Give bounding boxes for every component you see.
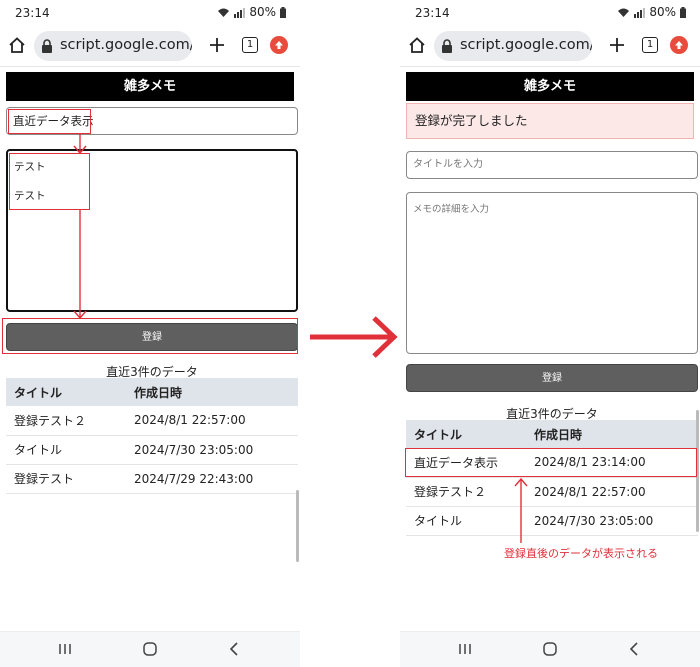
back-icon[interactable] xyxy=(228,641,242,657)
annotation-highlight-title xyxy=(8,109,91,134)
cell-title: 登録テスト２ xyxy=(406,477,526,507)
cell-created: 2024/8/1 22:57:00 xyxy=(126,406,298,436)
new-tab-icon[interactable] xyxy=(608,36,626,54)
tab-switcher-button[interactable]: 1 xyxy=(242,37,258,53)
cell-created: 2024/7/29 22:43:00 xyxy=(126,464,298,494)
tab-switcher-button[interactable]: 1 xyxy=(642,37,658,53)
table-row: 登録テスト２ 2024/8/1 22:57:00 xyxy=(406,477,698,507)
status-time: 23:14 xyxy=(15,6,50,20)
browser-menu-button[interactable] xyxy=(270,36,288,54)
table-row: タイトル 2024/7/30 23:05:00 xyxy=(6,435,298,465)
recent-apps-icon[interactable] xyxy=(458,641,472,657)
lock-icon xyxy=(442,39,452,53)
cell-title: 登録テスト xyxy=(6,464,126,494)
battery-icon xyxy=(680,6,686,18)
signal-icon xyxy=(634,7,646,18)
cell-created: 2024/8/1 22:57:00 xyxy=(526,477,698,507)
annotation-highlight-register xyxy=(2,318,298,354)
wifi-icon xyxy=(618,8,630,17)
back-icon[interactable] xyxy=(628,641,642,657)
title-input[interactable]: タイトルを入力 xyxy=(406,151,698,179)
cell-title: タイトル xyxy=(406,506,526,536)
register-button[interactable]: 登録 xyxy=(406,364,698,392)
url-bar[interactable]: script.google.com/ma xyxy=(34,31,192,61)
status-bar: 23:14 80% xyxy=(0,0,300,26)
scrollbar[interactable] xyxy=(296,490,299,562)
home-nav-icon[interactable] xyxy=(542,641,558,657)
annotation-highlight-new-row xyxy=(405,448,697,477)
recent-apps-icon[interactable] xyxy=(58,641,72,657)
column-header-created: 作成日時 xyxy=(526,420,698,448)
table-header-row: タイトル 作成日時 xyxy=(406,420,698,448)
status-time: 23:14 xyxy=(415,6,450,20)
battery-text: 80% xyxy=(249,5,276,19)
column-header-title: タイトル xyxy=(6,378,126,406)
cell-created: 2024/7/30 23:05:00 xyxy=(526,506,698,536)
url-text: script.google.com/ma xyxy=(460,37,592,53)
new-tab-icon[interactable] xyxy=(208,36,226,54)
annotation-caption: 登録直後のデータが表示される xyxy=(504,547,658,560)
android-nav-bar xyxy=(0,631,300,667)
table-header-row: タイトル 作成日時 xyxy=(6,378,298,406)
url-text: script.google.com/ma xyxy=(60,37,192,53)
annotation-highlight-memo xyxy=(9,153,90,210)
table-row: 登録テスト 2024/7/29 22:43:00 xyxy=(6,464,298,494)
table-row: 登録テスト２ 2024/8/1 22:57:00 xyxy=(6,406,298,436)
arrow-up-icon xyxy=(275,41,283,49)
app-header-title: 雑多メモ xyxy=(406,72,694,101)
cell-title: タイトル xyxy=(6,435,126,465)
battery-text: 80% xyxy=(649,5,676,19)
cell-created: 2024/7/30 23:05:00 xyxy=(126,435,298,465)
browser-toolbar: script.google.com/ma 1 xyxy=(0,28,300,64)
cell-title: 登録テスト２ xyxy=(6,406,126,436)
column-header-title: タイトル xyxy=(406,420,526,448)
memo-app: 雑多メモ 登録が完了しました タイトルを入力 メモの詳細を入力 登録 直近3件の… xyxy=(406,72,698,536)
memo-textarea[interactable]: メモの詳細を入力 xyxy=(406,192,698,354)
url-bar[interactable]: script.google.com/ma xyxy=(434,31,592,61)
home-nav-icon[interactable] xyxy=(142,641,158,657)
column-header-created: 作成日時 xyxy=(126,378,298,406)
phone-after: 23:14 80% script.google.com/ma 1 雑多メモ 登録… xyxy=(400,0,700,667)
phone-before: 23:14 80% script.google.com/ma 1 雑多メモ 直近… xyxy=(0,0,300,667)
home-icon[interactable] xyxy=(408,36,426,54)
status-bar: 23:14 80% xyxy=(400,0,700,26)
app-header-title: 雑多メモ xyxy=(6,72,294,101)
browser-toolbar: script.google.com/ma 1 xyxy=(400,28,700,64)
battery-icon xyxy=(280,6,286,18)
arrow-up-icon xyxy=(675,41,683,49)
browser-menu-button[interactable] xyxy=(670,36,688,54)
table-row: タイトル 2024/7/30 23:05:00 xyxy=(406,506,698,536)
recent-data-table: タイトル 作成日時 登録テスト２ 2024/8/1 22:57:00 タイトル … xyxy=(6,378,298,494)
wifi-icon xyxy=(218,8,230,17)
recent-data-table: タイトル 作成日時 直近データ表示 2024/8/1 23:14:00 登録テス… xyxy=(406,420,698,536)
home-icon[interactable] xyxy=(8,36,26,54)
memo-app: 雑多メモ 直近データ表示 テスト テスト 登録 直近3件のデータ タイトル 作成… xyxy=(6,72,298,494)
transition-arrow-icon xyxy=(310,316,398,358)
signal-icon xyxy=(234,7,246,18)
lock-icon xyxy=(42,39,52,53)
success-banner: 登録が完了しました xyxy=(406,103,694,139)
android-nav-bar xyxy=(400,631,700,667)
